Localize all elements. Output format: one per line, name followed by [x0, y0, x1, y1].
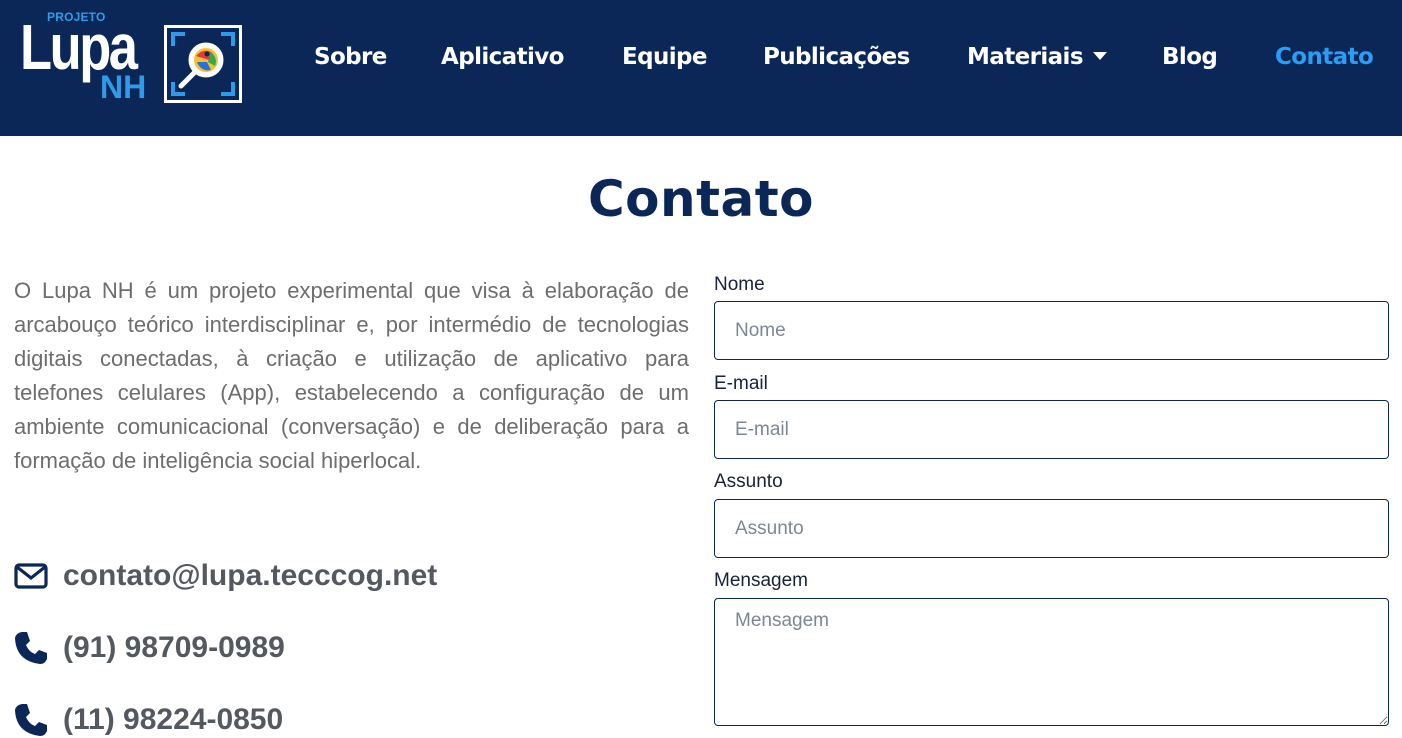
- intro-paragraph: O Lupa NH é um projeto experimental que …: [14, 278, 689, 473]
- message-label: Mensagem: [714, 570, 808, 591]
- nav-item-materiais-label: Materiais: [967, 44, 1084, 70]
- page-title: Contato: [587, 170, 815, 228]
- contact-phone-1[interactable]: (91) 98709-0989: [14, 628, 285, 668]
- chevron-down-icon: [1092, 51, 1107, 60]
- nav-item-aplicativo[interactable]: Aplicativo: [441, 44, 564, 70]
- contact-phone-2[interactable]: (11) 98224-0850: [14, 700, 283, 738]
- email-field[interactable]: [714, 400, 1389, 459]
- phone-icon: [14, 631, 48, 665]
- contact-phone-2-text: (11) 98224-0850: [63, 703, 284, 736]
- nav-item-publicacoes[interactable]: Publicações: [763, 44, 910, 70]
- nav-item-materiais[interactable]: Materiais: [967, 44, 1107, 70]
- nav-item-sobre[interactable]: Sobre: [314, 44, 387, 70]
- nav-item-contato[interactable]: Contato: [1275, 44, 1374, 70]
- subject-field[interactable]: [714, 499, 1389, 558]
- contact-email-text: contato@lupa.tecccog.net: [63, 559, 438, 592]
- message-textarea[interactable]: [714, 598, 1389, 726]
- contact-email[interactable]: contato@lupa.tecccog.net: [14, 556, 437, 596]
- envelope-icon: [14, 559, 48, 593]
- name-field[interactable]: [714, 301, 1389, 360]
- nav-item-equipe[interactable]: Equipe: [622, 44, 708, 70]
- email-label: E-mail: [714, 373, 768, 394]
- phone-icon: [14, 703, 48, 737]
- nav-item-blog[interactable]: Blog: [1162, 44, 1218, 70]
- name-label: Nome: [714, 274, 765, 295]
- contact-phone-1-text: (91) 98709-0989: [63, 631, 285, 664]
- subject-label: Assunto: [714, 471, 783, 492]
- main-nav: Sobre Aplicativo Equipe Publicações Mate…: [0, 0, 1402, 116]
- site-header: PROJETO Lupa NH Sobre Aplicativo Equipe …: [0, 0, 1402, 136]
